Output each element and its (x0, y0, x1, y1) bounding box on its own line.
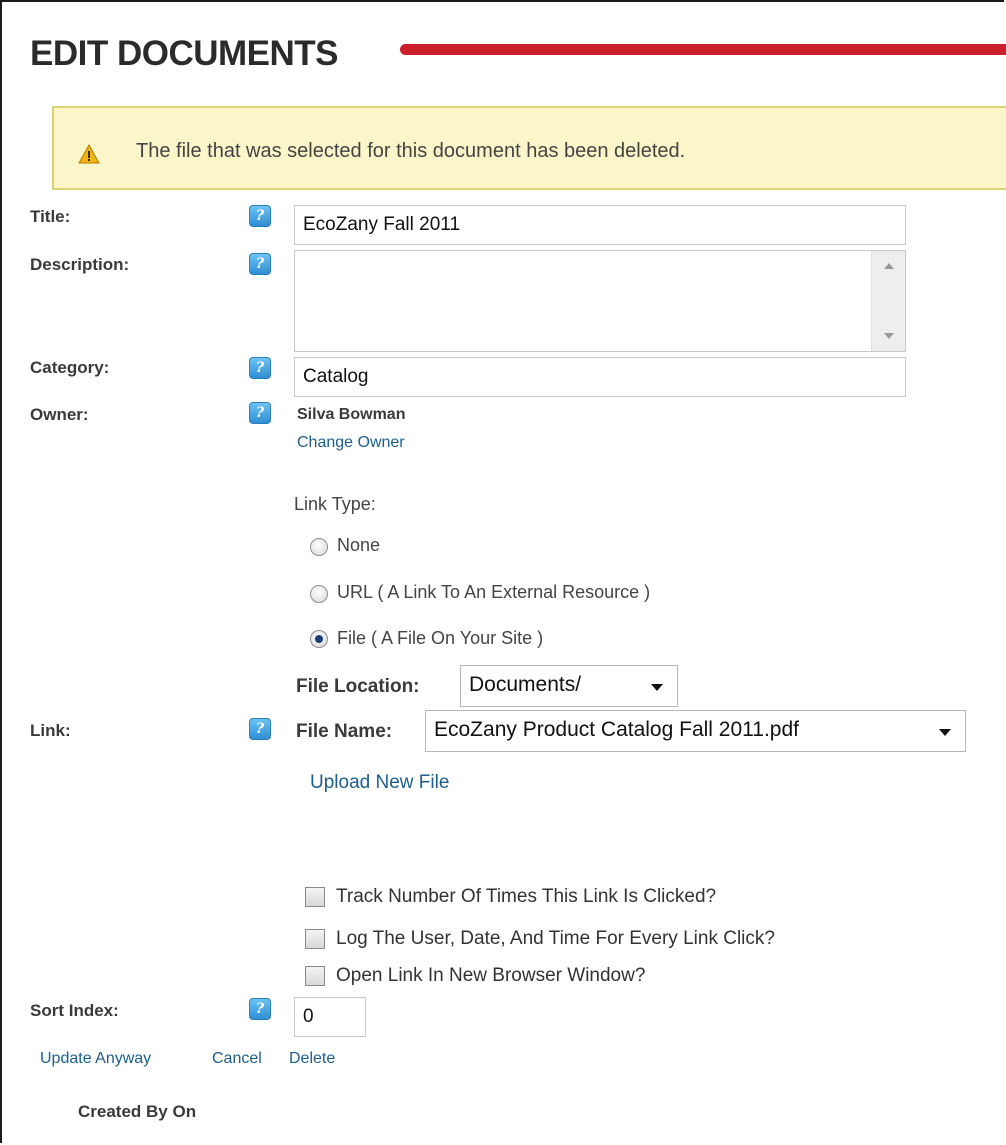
title-help-icon[interactable]: ? (249, 205, 271, 227)
owner-help-icon[interactable]: ? (249, 402, 271, 424)
description-scrollbar[interactable] (871, 251, 905, 351)
file-name-label: File Name: (296, 721, 393, 742)
description-textarea[interactable] (294, 250, 906, 352)
chevron-down-icon (651, 684, 663, 691)
chevron-down-icon (939, 729, 951, 736)
title-input[interactable]: EcoZany Fall 2011 (294, 205, 906, 245)
scroll-up-arrow-icon[interactable] (884, 263, 894, 269)
owner-label: Owner: (30, 405, 89, 424)
title-label: Title: (30, 207, 71, 226)
sort-index-input[interactable]: 0 (294, 997, 366, 1037)
owner-name: Silva Bowman (297, 406, 406, 423)
track-clicks-checkbox[interactable] (305, 887, 325, 907)
warning-alert: The file that was selected for this docu… (52, 106, 1006, 190)
link-type-none-radio[interactable] (310, 538, 328, 556)
link-label: Link: (30, 721, 71, 740)
link-type-label: Link Type: (294, 494, 376, 514)
file-name-value: EcoZany Product Catalog Fall 2011.pdf (434, 718, 799, 741)
warning-icon (78, 144, 100, 164)
file-location-label: File Location: (296, 676, 420, 697)
link-type-file-label: File ( A File On Your Site ) (337, 628, 544, 648)
link-type-file-radio[interactable] (310, 630, 328, 648)
link-type-url-radio[interactable] (310, 585, 328, 603)
update-anyway-link[interactable]: Update Anyway (40, 1050, 151, 1068)
cancel-link[interactable]: Cancel (212, 1050, 262, 1068)
description-label: Description: (30, 255, 130, 274)
created-by-on: Created By On (78, 1102, 197, 1121)
file-location-select[interactable]: Documents/ (460, 665, 678, 707)
track-clicks-label: Track Number Of Times This Link Is Click… (336, 886, 717, 907)
warning-message: The file that was selected for this docu… (136, 140, 686, 162)
category-input[interactable]: Catalog (294, 357, 906, 397)
change-owner-link[interactable]: Change Owner (297, 434, 405, 452)
link-type-none-label: None (337, 535, 381, 555)
file-name-select[interactable]: EcoZany Product Catalog Fall 2011.pdf (425, 710, 966, 752)
category-help-icon[interactable]: ? (249, 357, 271, 379)
link-help-icon[interactable]: ? (249, 718, 271, 740)
scroll-down-arrow-icon[interactable] (884, 333, 894, 339)
link-type-url-label: URL ( A Link To An External Resource ) (337, 582, 651, 602)
sort-index-help-icon[interactable]: ? (249, 998, 271, 1020)
open-new-window-checkbox[interactable] (305, 966, 325, 986)
description-help-icon[interactable]: ? (249, 253, 271, 275)
log-clicks-checkbox[interactable] (305, 929, 325, 949)
page-title: EDIT DOCUMENTS (30, 34, 339, 73)
delete-link[interactable]: Delete (289, 1050, 335, 1068)
category-label: Category: (30, 358, 110, 377)
title-accent-bar (400, 44, 1006, 55)
log-clicks-label: Log The User, Date, And Time For Every L… (336, 928, 775, 949)
upload-new-file-link[interactable]: Upload New File (310, 772, 449, 794)
file-location-value: Documents/ (469, 673, 582, 696)
open-new-window-label: Open Link In New Browser Window? (336, 965, 646, 986)
sort-index-label: Sort Index: (30, 1001, 119, 1020)
